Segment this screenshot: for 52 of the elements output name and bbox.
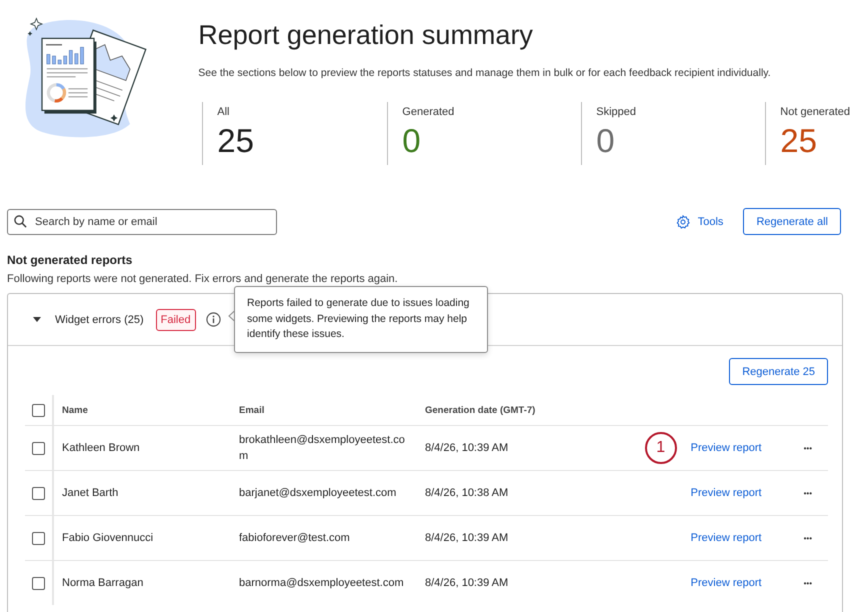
stat-value: 0 — [596, 124, 616, 157]
date-cell-text: 8/4/26, 10:39 AM — [424, 576, 510, 591]
more-options-button[interactable]: ••• — [804, 578, 812, 588]
more-options-button[interactable]: ••• — [804, 444, 812, 452]
date-cell-text: 8/4/26, 10:39 AM — [424, 531, 510, 546]
preview-report-link[interactable]: Preview report — [690, 487, 762, 499]
callout-marker: 1 — [644, 432, 677, 464]
name-cell-text: Janet Barth — [61, 486, 120, 501]
regenerate-all-button[interactable]: Regenerate all — [743, 208, 841, 235]
preview-report-link[interactable]: Preview report — [690, 532, 762, 544]
column-header: Name — [61, 404, 89, 416]
page-title: Report generation summary — [198, 20, 534, 51]
date-cell-text: 8/4/26, 10:39 AM — [424, 441, 510, 456]
section-title: Not generated reports — [7, 253, 134, 267]
email-cell-text: barjanet@dsxemployeetest.com — [238, 486, 398, 501]
stat-value: 25 — [780, 124, 818, 157]
email-cell-text: fabioforever@test.com — [238, 531, 351, 546]
stat-label: Not generated — [780, 106, 850, 118]
more-options-button[interactable]: ••• — [804, 534, 812, 542]
stat-label: Skipped — [596, 106, 638, 118]
name-cell-text: Norma Barragan — [61, 576, 144, 591]
email-cell-text: barnorma@dsxemployeetest.com — [238, 576, 405, 591]
email-cell-text: brokathleen@dsxemployeetest.com — [238, 433, 406, 464]
stat-value: 0 — [402, 124, 422, 157]
tools-button[interactable]: Tools — [676, 214, 724, 228]
name-cell-text: Kathleen Brown — [61, 441, 141, 456]
tooltip-arrow — [228, 310, 235, 322]
regenerate-button[interactable]: Regenerate 25 — [729, 358, 828, 385]
section-description: Following reports were not generated. Fix errors and generate the reports again. — [7, 273, 399, 285]
column-header: Generation date (GMT-7) — [424, 404, 536, 416]
date-cell-text: 8/4/26, 10:38 AM — [424, 486, 510, 501]
caret-icon[interactable] — [33, 317, 41, 322]
info-icon[interactable] — [206, 312, 221, 327]
page-description: See the sections below to preview the reports statuses and manage them in bulk or for each feedback recipient individually. — [198, 67, 772, 79]
search-field[interactable]: Search by name or email — [7, 208, 277, 234]
stat-value: 25 — [217, 124, 255, 157]
checkbox[interactable] — [32, 442, 45, 454]
preview-report-link[interactable]: Preview report — [690, 442, 762, 454]
settings-icon — [676, 214, 690, 228]
checkbox[interactable] — [32, 404, 45, 416]
column-header: Email — [238, 404, 266, 416]
preview-report-link[interactable]: Preview report — [690, 577, 762, 589]
checkbox[interactable] — [32, 532, 45, 544]
more-options-button[interactable]: ••• — [804, 488, 812, 498]
group-title: Widget errors (25) — [55, 314, 144, 326]
checkbox[interactable] — [32, 486, 45, 500]
stat-label: All — [217, 106, 231, 118]
name-cell-text: Fabio Giovennucci — [61, 531, 154, 546]
stat-label: Generated — [402, 106, 456, 118]
info-tooltip: Reports failed to generate due to issues loading some widgets. Previewing the reports may help identify these issues. — [234, 286, 488, 352]
status-badge: Failed — [156, 308, 196, 330]
checkbox[interactable] — [32, 576, 45, 590]
